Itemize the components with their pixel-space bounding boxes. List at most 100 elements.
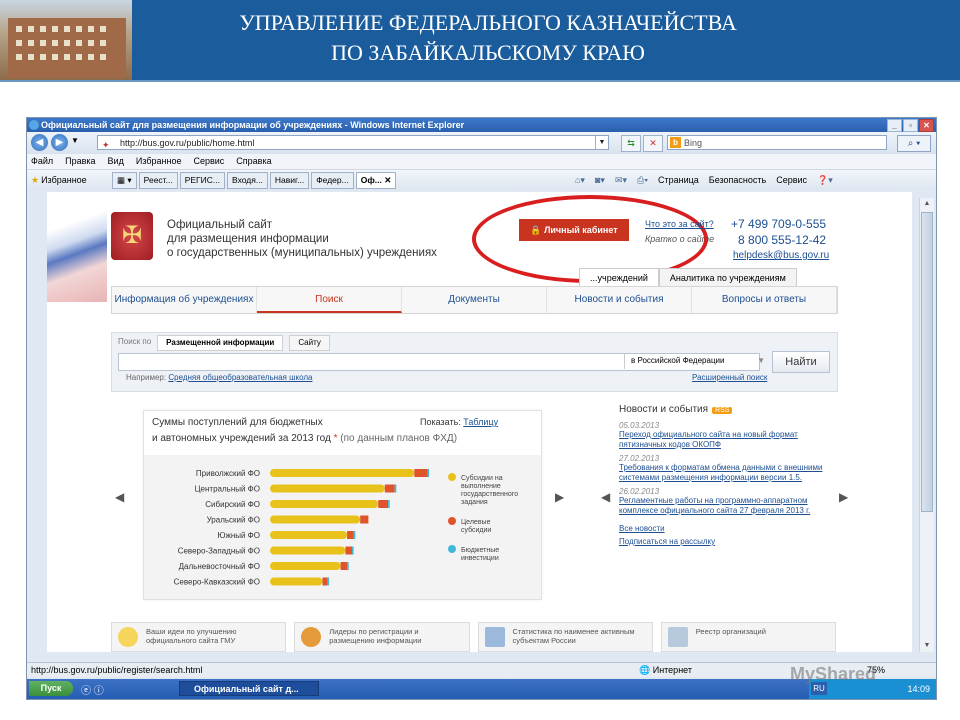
main-nav: Информация об учреждениях Поиск Документ…: [111, 286, 838, 314]
subtab-institutions[interactable]: ...учреждений: [579, 268, 659, 288]
menu-help[interactable]: Справка: [236, 154, 271, 169]
stop-icon[interactable]: ✕: [643, 135, 663, 152]
search-by-info[interactable]: Размещенной информации: [157, 335, 284, 351]
nav-search[interactable]: Поиск: [257, 287, 402, 313]
bar-segment[interactable]: [270, 469, 415, 477]
minimize-button[interactable]: _: [887, 119, 902, 132]
bar-segment[interactable]: [270, 484, 385, 493]
tab-6-active[interactable]: Оф... ✕: [355, 172, 397, 189]
short-about-link[interactable]: Кратко о сайте: [645, 234, 714, 244]
bar-segment[interactable]: [360, 515, 369, 524]
favorites-label: Избранное: [41, 175, 87, 185]
chart-next-icon[interactable]: ▶: [555, 490, 564, 504]
bar-segment[interactable]: [327, 577, 330, 586]
subtab-analytics[interactable]: Аналитика по учреждениям: [658, 268, 797, 288]
bar-segment[interactable]: [270, 531, 348, 539]
chart-prev-icon[interactable]: ◀: [115, 490, 124, 504]
scroll-up-icon[interactable]: ▲: [920, 198, 934, 210]
tile-statistics[interactable]: Статистика по наименее активным субъекта…: [477, 622, 653, 652]
tab-3[interactable]: Входя...: [227, 172, 268, 189]
find-button[interactable]: Найти: [772, 351, 830, 373]
bar-segment[interactable]: [352, 546, 354, 555]
bar-segment[interactable]: [322, 577, 328, 586]
news-next-icon[interactable]: ▶: [839, 490, 848, 504]
bar-segment[interactable]: [394, 484, 397, 493]
nav-documents[interactable]: Документы: [402, 287, 547, 313]
nav-news[interactable]: Новости и события: [547, 287, 692, 313]
cmd-tools[interactable]: Сервис: [776, 170, 807, 190]
tile-ideas[interactable]: Ваши идеи по улучшению официального сайт…: [111, 622, 287, 652]
bar-segment[interactable]: [353, 531, 356, 539]
bar-segment[interactable]: [347, 562, 349, 570]
back-icon[interactable]: ◀: [31, 134, 48, 151]
tile-leaders[interactable]: Лидеры по регистрации и размещению инфор…: [294, 622, 470, 652]
subscribe-link[interactable]: Подписаться на рассылку: [619, 537, 829, 547]
email-link[interactable]: helpdesk@bus.gov.ru: [733, 250, 829, 261]
all-news-link[interactable]: Все новости: [619, 524, 829, 533]
slide-title: УПРАВЛЕНИЕ ФЕДЕРАЛЬНОГО КАЗНАЧЕЙСТВА ПО …: [140, 8, 836, 68]
region-select[interactable]: в Российской Федерации ▼: [624, 353, 771, 369]
feeds-icon[interactable]: ◙▾: [595, 170, 605, 190]
bar-segment[interactable]: [270, 515, 361, 524]
site-search-area: Поиск по Размещенной информации Сайту в …: [111, 332, 838, 392]
status-url: http://bus.gov.ru/public/register/search…: [31, 665, 203, 675]
home-icon[interactable]: ⌂▾: [575, 170, 585, 190]
menu-view[interactable]: Вид: [108, 154, 124, 169]
tab-5[interactable]: Федер...: [311, 172, 354, 189]
menu-favorites[interactable]: Избранное: [136, 154, 182, 169]
bar-segment[interactable]: [388, 500, 390, 508]
tab-2[interactable]: РЕГИС...: [179, 172, 225, 189]
news-link-3[interactable]: Регламентные работы на программно-аппара…: [619, 496, 829, 516]
search-box[interactable]: b Bing: [667, 135, 887, 150]
bar-segment[interactable]: [345, 546, 352, 555]
print-icon[interactable]: ⎙▾: [637, 170, 648, 190]
refresh-icon[interactable]: ⇆: [621, 135, 641, 152]
favorites-button[interactable]: ★ Избранное: [31, 170, 87, 190]
menu-edit[interactable]: Правка: [65, 154, 95, 169]
maximize-button[interactable]: ▫: [903, 119, 918, 132]
tab-list-icon[interactable]: ▦ ▾: [112, 172, 137, 189]
help-icon[interactable]: ❓▾: [817, 170, 833, 190]
what-is-link[interactable]: Что это за сайт?: [645, 219, 714, 229]
nav-institutions[interactable]: Информация об учреждениях: [112, 287, 257, 313]
start-button[interactable]: Пуск: [29, 681, 73, 696]
cmd-security[interactable]: Безопасность: [709, 170, 766, 190]
bar-segment[interactable]: [427, 469, 430, 477]
bar-segment[interactable]: [340, 562, 348, 570]
scroll-down-icon[interactable]: ▼: [920, 640, 934, 652]
bar-segment[interactable]: [414, 469, 428, 477]
mail-icon[interactable]: ✉▾: [615, 170, 627, 190]
search-by-site[interactable]: Сайту: [289, 335, 330, 351]
vertical-scrollbar[interactable]: ▲ ▼: [919, 198, 934, 652]
tab-close-icon[interactable]: ✕: [384, 175, 391, 185]
news-link-1[interactable]: Переход официального сайта на новый форм…: [619, 430, 829, 450]
forward-icon[interactable]: ▶: [51, 134, 68, 151]
bar-segment[interactable]: [384, 484, 395, 493]
menu-tools[interactable]: Сервис: [193, 154, 224, 169]
bar-segment[interactable]: [270, 562, 341, 570]
bar-segment[interactable]: [378, 500, 389, 508]
advanced-search-link[interactable]: Расширенный поиск: [692, 373, 767, 382]
search-go-icon[interactable]: ⌕ ▾: [897, 135, 931, 152]
address-dropdown-icon[interactable]: ▼: [595, 136, 608, 149]
bar-segment[interactable]: [270, 500, 379, 508]
bar-segment[interactable]: [270, 546, 346, 555]
bar-segment[interactable]: [347, 531, 354, 539]
address-bar[interactable]: ✦ http://bus.gov.ru/public/home.html ▼: [97, 135, 609, 150]
cmd-page[interactable]: Страница: [658, 170, 699, 190]
menu-file[interactable]: Файл: [31, 154, 53, 169]
nav-faq[interactable]: Вопросы и ответы: [692, 287, 837, 313]
example-link[interactable]: Средняя общеобразовательная школа: [168, 373, 312, 382]
quick-launch-ie-icon[interactable]: ⓔ ⓘ: [81, 682, 104, 697]
news-prev-icon[interactable]: ◀: [601, 490, 610, 504]
bar-segment[interactable]: [270, 577, 323, 586]
close-button[interactable]: ✕: [919, 119, 934, 132]
scroll-thumb[interactable]: [921, 212, 933, 512]
taskbar-active-window[interactable]: Официальный сайт д...: [179, 681, 319, 696]
news-link-2[interactable]: Требования к форматам обмена данными с в…: [619, 463, 829, 483]
history-dropdown-icon[interactable]: ▼: [71, 136, 79, 145]
tile-registry[interactable]: Реестр организаций: [660, 622, 836, 652]
rss-icon[interactable]: RSS: [712, 407, 733, 414]
tab-1[interactable]: Реест...: [138, 172, 178, 189]
tab-4[interactable]: Навиг...: [269, 172, 310, 189]
